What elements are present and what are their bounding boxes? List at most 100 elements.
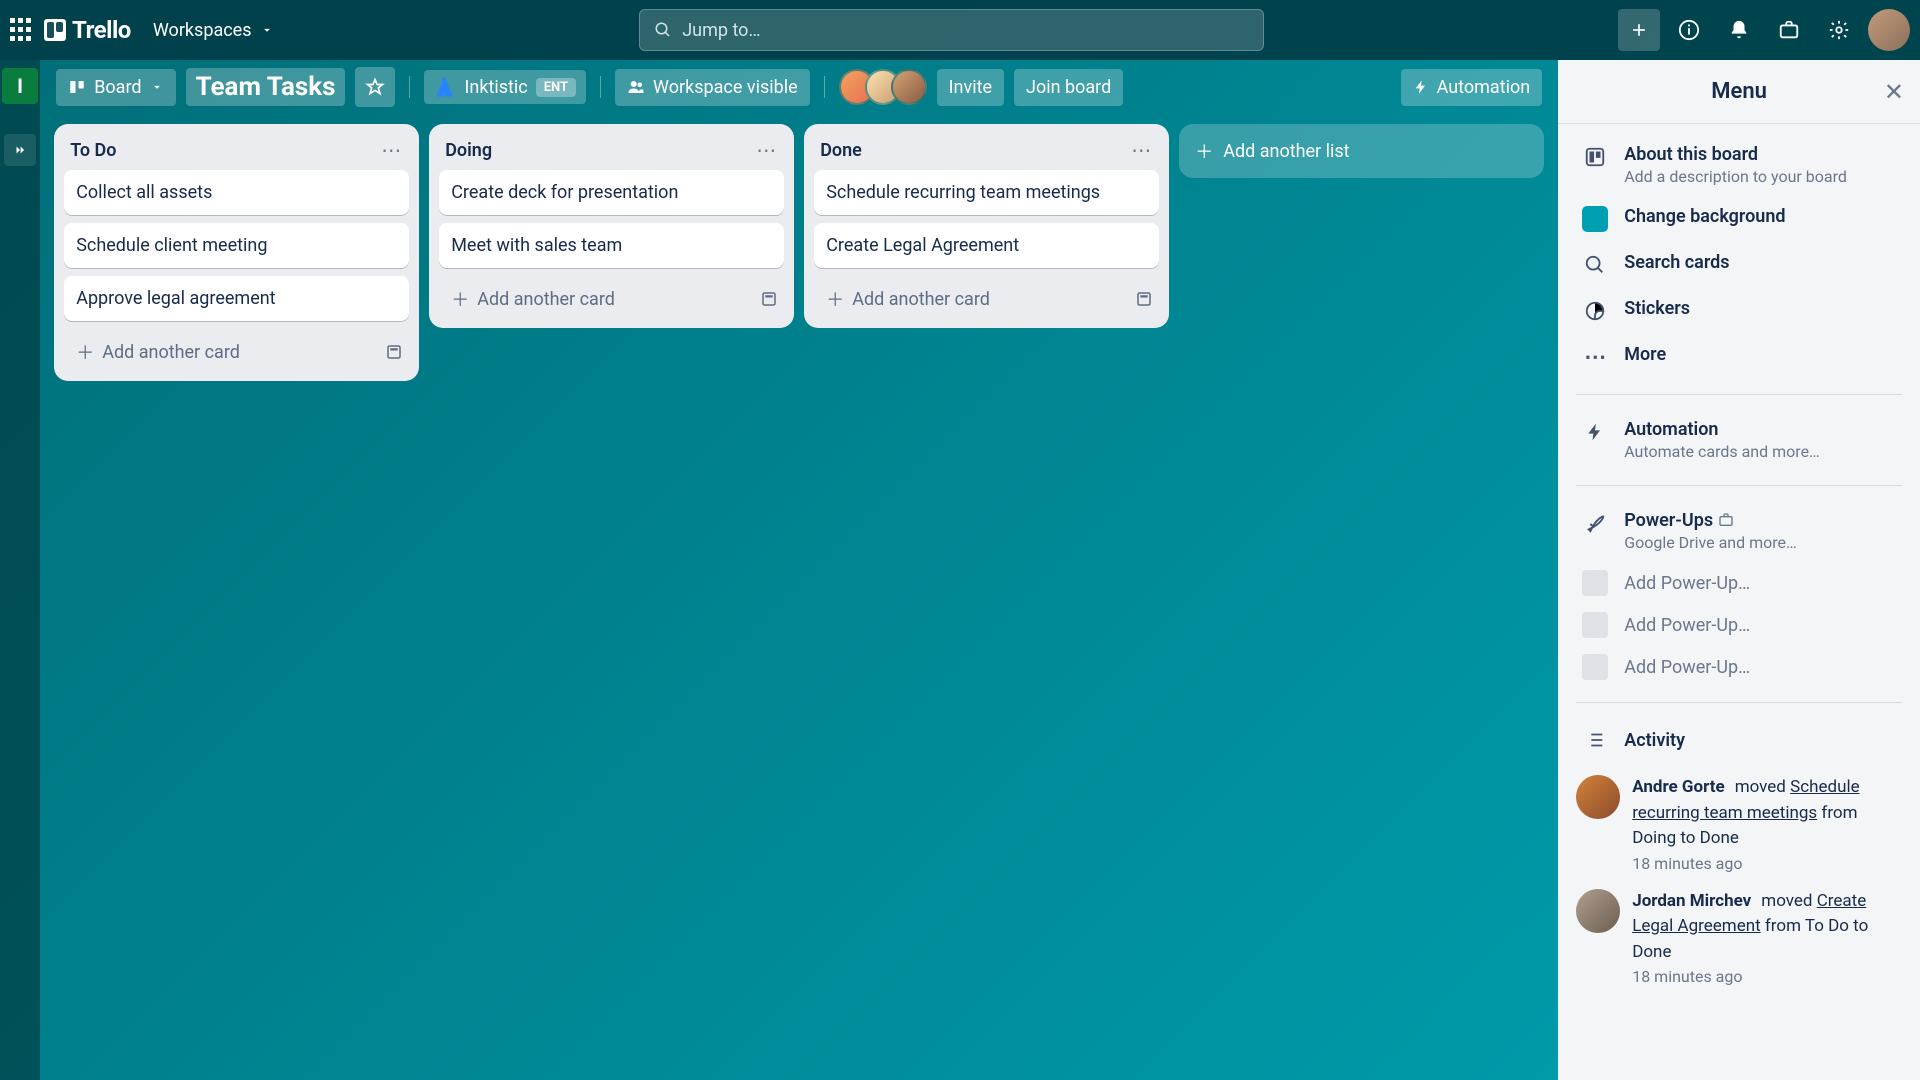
add-list-label: Add another list bbox=[1223, 141, 1349, 162]
activity-user[interactable]: Andre Gorte bbox=[1632, 777, 1724, 797]
card[interactable]: Create deck for presentation bbox=[439, 170, 784, 215]
template-icon bbox=[1135, 290, 1153, 308]
gear-icon bbox=[1828, 19, 1850, 41]
bolt-icon bbox=[1582, 419, 1608, 445]
join-label: Join board bbox=[1026, 77, 1111, 98]
invite-button[interactable]: Invite bbox=[937, 69, 1004, 106]
logo[interactable]: Trello bbox=[44, 16, 131, 44]
menu-change-background[interactable]: Change background bbox=[1576, 196, 1902, 242]
activity-entry: Andre Gortemoved Schedule recurring team… bbox=[1576, 767, 1902, 881]
card[interactable]: Schedule recurring team meetings bbox=[814, 170, 1159, 215]
add-card-label: Add another card bbox=[477, 289, 615, 310]
automation-button[interactable]: Automation bbox=[1401, 69, 1543, 106]
workspace-tile[interactable]: I bbox=[2, 68, 38, 104]
board-header: Board Team Tasks Inktistic ENT Workspace… bbox=[40, 60, 1558, 114]
atlassian-icon bbox=[434, 76, 456, 98]
menu-label: About this board bbox=[1624, 144, 1847, 165]
menu-automation[interactable]: Automation Automate cards and more… bbox=[1576, 409, 1902, 471]
menu-label: Automation bbox=[1624, 419, 1820, 440]
menu-label: Power-Ups bbox=[1624, 510, 1797, 531]
member-avatars[interactable] bbox=[839, 69, 927, 105]
expand-rail-button[interactable] bbox=[4, 134, 36, 166]
chevron-down-icon bbox=[260, 23, 274, 37]
ent-badge: ENT bbox=[536, 78, 576, 97]
template-icon bbox=[385, 343, 403, 361]
menu-more[interactable]: ⋯ More bbox=[1576, 334, 1902, 380]
join-board-button[interactable]: Join board bbox=[1014, 69, 1123, 106]
activity-time: 18 minutes ago bbox=[1632, 967, 1902, 986]
trello-icon bbox=[44, 19, 66, 41]
card-template-button[interactable] bbox=[1135, 290, 1153, 308]
menu-powerups[interactable]: Power-Ups Google Drive and more… bbox=[1576, 500, 1902, 562]
menu-stickers[interactable]: Stickers bbox=[1576, 288, 1902, 334]
add-card-button[interactable]: ＋Add another card bbox=[445, 282, 760, 316]
briefcase-icon bbox=[1718, 512, 1734, 528]
notifications-button[interactable] bbox=[1718, 9, 1760, 51]
star-board-button[interactable] bbox=[355, 67, 395, 107]
menu-label: Change background bbox=[1624, 206, 1785, 227]
menu-about-board[interactable]: About this boardAdd a description to you… bbox=[1576, 134, 1902, 196]
close-menu-button[interactable]: ✕ bbox=[1884, 78, 1904, 106]
workspace-button[interactable] bbox=[1768, 9, 1810, 51]
logo-text: Trello bbox=[72, 16, 131, 44]
activity-user[interactable]: Jordan Mirchev bbox=[1632, 891, 1751, 911]
activity-avatar[interactable] bbox=[1576, 889, 1620, 933]
apps-grid-icon[interactable] bbox=[10, 18, 34, 42]
list-menu-button[interactable]: ⋯ bbox=[381, 138, 403, 162]
info-button[interactable] bbox=[1668, 9, 1710, 51]
list-title[interactable]: Done bbox=[820, 140, 862, 161]
visibility-button[interactable]: Workspace visible bbox=[615, 69, 810, 106]
board-view-label: Board bbox=[94, 77, 141, 98]
menu-sub: Google Drive and more… bbox=[1624, 533, 1797, 552]
list-icon bbox=[1582, 727, 1608, 753]
activity-action: moved bbox=[1761, 891, 1812, 911]
org-link[interactable]: Inktistic ENT bbox=[424, 70, 586, 104]
card[interactable]: Create Legal Agreement bbox=[814, 223, 1159, 268]
board-title[interactable]: Team Tasks bbox=[186, 68, 346, 106]
briefcase-icon bbox=[1778, 19, 1800, 41]
menu-sub: Automate cards and more… bbox=[1624, 442, 1820, 461]
slot-label: Add Power-Up… bbox=[1624, 657, 1750, 678]
card[interactable]: Schedule client meeting bbox=[64, 223, 409, 268]
add-powerup-slot[interactable]: Add Power-Up… bbox=[1576, 646, 1902, 688]
card[interactable]: Approve legal agreement bbox=[64, 276, 409, 321]
add-powerup-slot[interactable]: Add Power-Up… bbox=[1576, 562, 1902, 604]
add-card-button[interactable]: ＋Add another card bbox=[70, 335, 385, 369]
list-menu-button[interactable]: ⋯ bbox=[1131, 138, 1153, 162]
search-icon bbox=[1582, 252, 1608, 278]
background-swatch bbox=[1582, 206, 1608, 232]
card-template-button[interactable] bbox=[760, 290, 778, 308]
add-powerup-slot[interactable]: Add Power-Up… bbox=[1576, 604, 1902, 646]
add-list-button[interactable]: ＋ Add another list bbox=[1179, 124, 1544, 178]
user-avatar[interactable] bbox=[1868, 9, 1910, 51]
card[interactable]: Meet with sales team bbox=[439, 223, 784, 268]
powerup-placeholder-icon bbox=[1582, 612, 1608, 638]
top-nav: Trello Workspaces Jump to… bbox=[0, 0, 1920, 60]
lists-container: To Do ⋯ Collect all assets Schedule clien… bbox=[40, 114, 1558, 1080]
list-menu-button[interactable]: ⋯ bbox=[756, 138, 778, 162]
menu-title: Menu bbox=[1711, 79, 1767, 104]
card[interactable]: Collect all assets bbox=[64, 170, 409, 215]
add-card-label: Add another card bbox=[102, 342, 240, 363]
menu-search-cards[interactable]: Search cards bbox=[1576, 242, 1902, 288]
workspace-rail: I bbox=[0, 60, 40, 1080]
bolt-icon bbox=[1413, 79, 1429, 95]
create-button[interactable] bbox=[1618, 9, 1660, 51]
list-title[interactable]: Doing bbox=[445, 140, 492, 161]
member-avatar[interactable] bbox=[891, 69, 927, 105]
list-todo: To Do ⋯ Collect all assets Schedule clien… bbox=[54, 124, 419, 381]
list-title[interactable]: To Do bbox=[70, 140, 116, 161]
divider bbox=[1576, 702, 1902, 703]
activity-action: moved bbox=[1735, 777, 1786, 797]
more-icon: ⋯ bbox=[1582, 344, 1608, 370]
workspaces-dropdown[interactable]: Workspaces bbox=[141, 14, 286, 47]
search-input[interactable]: Jump to… bbox=[639, 9, 1264, 51]
activity-avatar[interactable] bbox=[1576, 775, 1620, 819]
add-card-button[interactable]: ＋Add another card bbox=[820, 282, 1135, 316]
settings-button[interactable] bbox=[1818, 9, 1860, 51]
plus-icon: ＋ bbox=[1195, 138, 1213, 164]
activity-title: Activity bbox=[1624, 730, 1685, 751]
card-template-button[interactable] bbox=[385, 343, 403, 361]
rocket-icon bbox=[1582, 510, 1608, 536]
board-view-switcher[interactable]: Board bbox=[56, 69, 175, 106]
